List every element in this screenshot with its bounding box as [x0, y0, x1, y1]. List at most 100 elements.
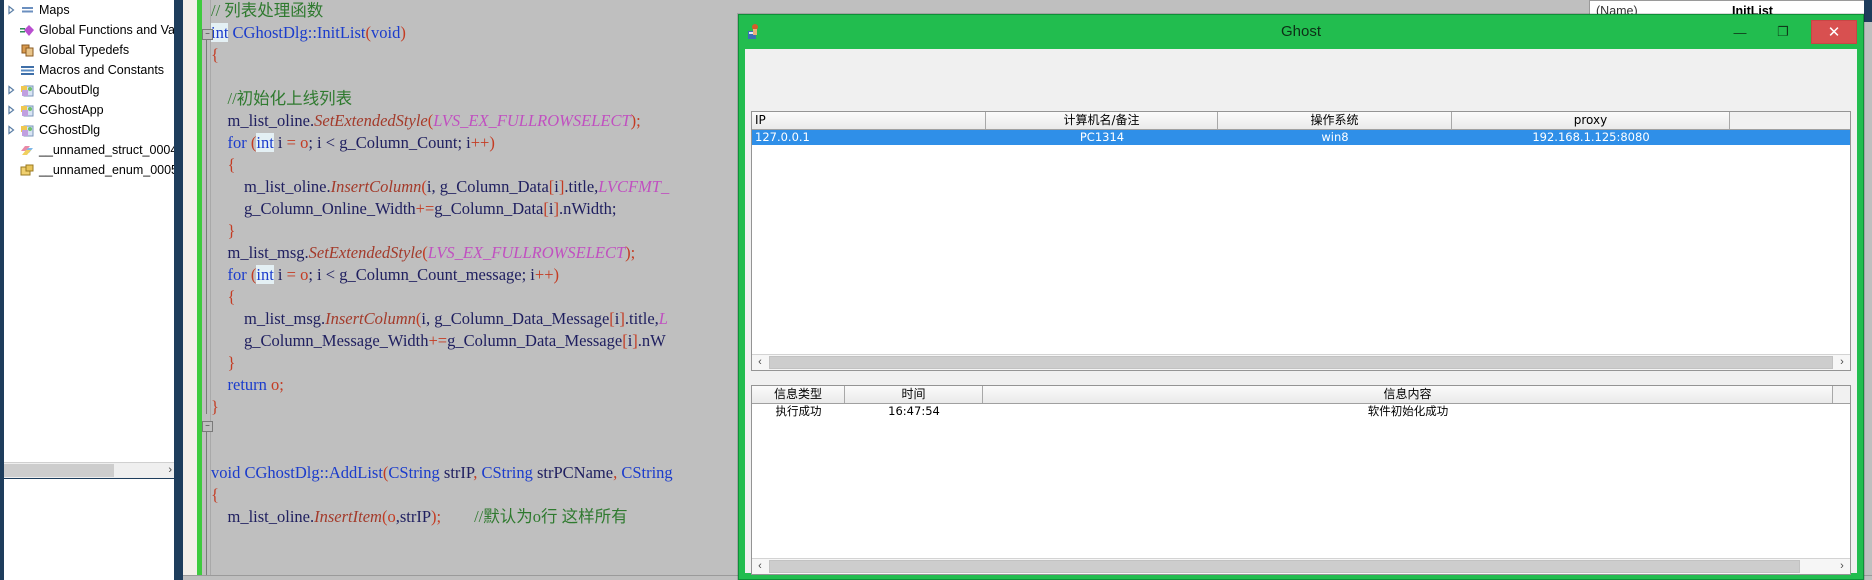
- ghost-dialog-window[interactable]: Ghost — ❐ ✕ IP 计算机名/备注 操作系统 proxy 127.0.0.1…: [738, 14, 1864, 580]
- table-cell: PC1314: [1079, 130, 1125, 144]
- online-list-rows[interactable]: 127.0.0.1 PC1314 win8 192.168.1.125:8080: [752, 130, 1850, 145]
- code-token: return: [227, 375, 267, 394]
- close-button[interactable]: ✕: [1811, 20, 1857, 44]
- code-token: LVCFMT_: [598, 177, 670, 196]
- message-list-hscroll-thumb[interactable]: [769, 560, 1800, 573]
- class-view-item-label: CGhostDlg: [39, 123, 101, 137]
- code-token: ): [489, 133, 495, 152]
- code-token: +=: [428, 331, 448, 350]
- class-view-hscroll-thumb[interactable]: [4, 464, 114, 477]
- online-host-listview[interactable]: IP 计算机名/备注 操作系统 proxy 127.0.0.1 PC1314 win8 19…: [751, 111, 1851, 371]
- class-view-item[interactable]: Macros and Constants: [4, 60, 174, 80]
- online-list-hscroll-thumb[interactable]: [769, 356, 1833, 369]
- struct-icon: [20, 143, 35, 158]
- class-view-item[interactable]: CAboutDlg: [4, 80, 174, 100]
- class-view-item-label: CAboutDlg: [39, 83, 100, 97]
- column-header[interactable]: 信息内容: [983, 386, 1833, 403]
- code-token: LVS_EX_FULLROWSELECT: [427, 243, 626, 262]
- code-token: ): [400, 23, 406, 42]
- online-list-header[interactable]: IP 计算机名/备注 操作系统 proxy: [752, 112, 1850, 130]
- code-token: }: [211, 397, 219, 416]
- enum-icon: [20, 163, 35, 178]
- code-token: i, g_Column_Data_Message: [421, 309, 610, 328]
- online-list-hscrollbar[interactable]: ‹ ›: [752, 354, 1850, 370]
- message-list-header[interactable]: 信息类型 时间 信息内容: [752, 386, 1850, 404]
- fold-toggle-initlist[interactable]: −: [202, 29, 213, 40]
- editor-selection-margin: [183, 0, 197, 580]
- chevron-right-icon[interactable]: ›: [168, 463, 172, 478]
- code-token: InsertItem: [314, 507, 382, 526]
- column-header[interactable]: 计算机名/备注: [986, 112, 1218, 129]
- code-token: m_list_msg.: [211, 243, 309, 262]
- code-token: InsertColumn: [330, 177, 422, 196]
- class-view-tree[interactable]: Maps Global Functions and Va Global Typede…: [4, 0, 174, 462]
- code-token: for: [227, 265, 247, 284]
- screen-root: Maps Global Functions and Va Global Typede…: [0, 0, 1872, 580]
- scroll-left-icon[interactable]: ‹: [752, 559, 768, 574]
- code-token: o: [387, 507, 396, 526]
- ghost-title-bar[interactable]: Ghost — ❐ ✕: [739, 15, 1863, 49]
- class-view-item[interactable]: __unnamed_struct_0004_: [4, 140, 174, 160]
- class-view-item[interactable]: Global Functions and Va: [4, 20, 174, 40]
- code-token: {: [211, 485, 219, 504]
- expand-arrow-icon[interactable]: [6, 125, 16, 135]
- class-view-item[interactable]: CGhostDlg: [4, 120, 174, 140]
- class-view-item-label: Global Typedefs: [39, 43, 130, 57]
- code-token: int: [256, 265, 274, 284]
- class-view-item-label: Maps: [39, 3, 70, 17]
- maximize-button[interactable]: ❐: [1765, 21, 1801, 43]
- code-token: void: [211, 463, 241, 482]
- message-log-listview[interactable]: 信息类型 时间 信息内容 执行成功 16:47:54 软件初始化成功 ‹ ›: [751, 385, 1851, 575]
- column-header[interactable]: 时间: [845, 386, 983, 403]
- column-header[interactable]: 操作系统: [1218, 112, 1452, 129]
- minimize-button[interactable]: —: [1722, 21, 1758, 43]
- code-token: CGhostDlg: [244, 463, 320, 482]
- column-header[interactable]: proxy: [1452, 112, 1730, 129]
- code-token: m_list_msg.: [211, 309, 326, 328]
- class-view-lower-pane: [4, 479, 174, 580]
- class-view-item[interactable]: Global Typedefs: [4, 40, 174, 60]
- typedefs-icon: [20, 43, 35, 58]
- code-token: CGhostDlg: [232, 23, 308, 42]
- class-view-item[interactable]: CGhostApp: [4, 100, 174, 120]
- code-token: ::: [307, 23, 317, 42]
- scroll-right-icon[interactable]: ›: [1834, 355, 1850, 370]
- code-token: g_Column_Message_Width: [211, 331, 429, 350]
- fold-guide-initlist: [206, 39, 207, 414]
- column-header[interactable]: 信息类型: [752, 386, 845, 403]
- class-view-item[interactable]: Maps: [4, 0, 174, 20]
- code-token: CString: [621, 463, 673, 482]
- code-token: .nWidth;: [558, 199, 617, 218]
- message-list-rows[interactable]: 执行成功 16:47:54 软件初始化成功: [752, 404, 1850, 419]
- code-token: {: [227, 155, 236, 174]
- column-header[interactable]: IP: [752, 112, 986, 129]
- fold-toggle-addlist[interactable]: −: [202, 421, 213, 432]
- table-row[interactable]: 127.0.0.1 PC1314 win8 192.168.1.125:8080: [752, 130, 1850, 145]
- scroll-left-icon[interactable]: ‹: [752, 355, 768, 370]
- expand-arrow-icon[interactable]: [6, 105, 16, 115]
- code-token: //初始化上线列表: [211, 89, 353, 108]
- message-list-hscrollbar[interactable]: ‹ ›: [752, 558, 1850, 574]
- code-token: }: [227, 353, 236, 372]
- class-view-hscrollbar[interactable]: ›: [4, 462, 174, 478]
- code-token: //默认为o行 这样所有: [441, 507, 628, 526]
- maps-icon: [20, 3, 35, 18]
- table-row[interactable]: 执行成功 16:47:54 软件初始化成功: [752, 404, 1850, 419]
- code-token: <: [325, 265, 336, 284]
- class-view-panel: Maps Global Functions and Va Global Typede…: [0, 0, 183, 580]
- code-token: ++: [534, 265, 554, 284]
- table-cell: win8: [1321, 130, 1349, 144]
- scroll-right-icon[interactable]: ›: [1834, 559, 1850, 574]
- code-token: ;: [636, 111, 641, 130]
- expand-arrow-icon[interactable]: [6, 85, 16, 95]
- code-token: .title,: [624, 309, 659, 328]
- class-view-item[interactable]: __unnamed_enum_0005_: [4, 160, 174, 180]
- code-token: =: [286, 133, 296, 152]
- fold-guide-addlist: [206, 431, 207, 580]
- expand-arrow-icon[interactable]: [6, 5, 16, 15]
